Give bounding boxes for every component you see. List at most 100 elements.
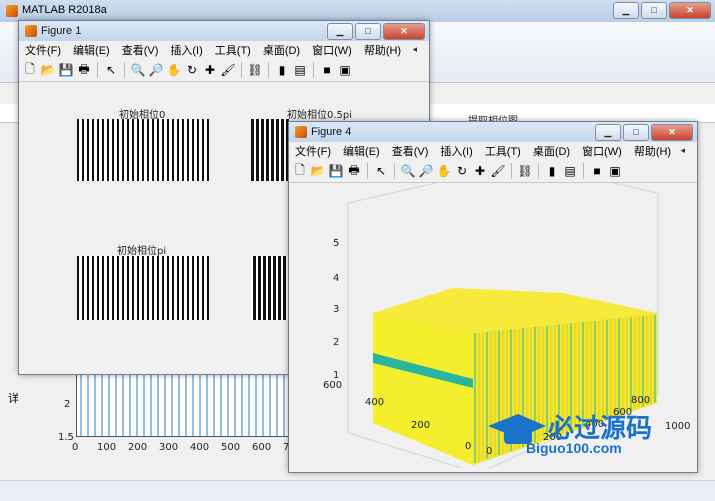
print-icon[interactable]: 🖶	[346, 163, 362, 179]
figure-1-window-controls: ▁ □ ✕	[327, 23, 425, 40]
x-tick-800: 800	[631, 395, 651, 406]
menu-desktop[interactable]: 桌面(D)	[257, 42, 306, 58]
close-button[interactable]: ✕	[651, 124, 693, 141]
new-figure-icon[interactable]: 🗋	[22, 62, 38, 78]
menu-help[interactable]: 帮助(H)	[358, 42, 407, 58]
menu-file[interactable]: 文件(F)	[289, 143, 337, 159]
menu-view[interactable]: 查看(V)	[116, 42, 165, 58]
zoom-in-icon[interactable]: 🔍	[130, 62, 146, 78]
x-tick-400: 400	[190, 442, 210, 453]
link-plot-icon[interactable]: ⛓	[517, 163, 533, 179]
matlab-logo-icon	[6, 5, 18, 17]
watermark: 必过源码 Biguo100.com	[486, 406, 686, 458]
show-tools-icon[interactable]: ▣	[337, 62, 353, 78]
menu-insert[interactable]: 插入(I)	[164, 42, 208, 58]
minimize-button[interactable]: ▁	[595, 124, 621, 141]
menu-file[interactable]: 文件(F)	[19, 42, 67, 58]
y-tick-0: 0	[465, 441, 472, 452]
open-file-icon[interactable]: 📂	[310, 163, 326, 179]
save-icon[interactable]: 💾	[328, 163, 344, 179]
watermark-url: Biguo100.com	[526, 440, 622, 456]
x-tick-0: 0	[72, 442, 79, 453]
menu-tools[interactable]: 工具(T)	[209, 42, 257, 58]
brush-icon[interactable]: 🖌	[490, 163, 506, 179]
z-tick-3: 3	[333, 304, 340, 315]
matlab-figure-icon	[295, 126, 307, 138]
zoom-in-icon[interactable]: 🔍	[400, 163, 416, 179]
minimize-button[interactable]: ▁	[327, 23, 353, 40]
y-tick-400: 400	[365, 397, 385, 408]
z-tick-2: 2	[333, 337, 340, 348]
colorbar-icon[interactable]: ▮	[544, 163, 560, 179]
pan-icon[interactable]: ✋	[436, 163, 452, 179]
figure-1-toolbar: 🗋 📂 💾 🖶 ↖ 🔍 🔎 ✋ ↻ ✚ 🖌 ⛓ ▮ ▤ ■ ▣	[19, 59, 429, 82]
y-tick-2: 2	[64, 399, 71, 410]
phase-plot-axes	[76, 370, 292, 437]
fringe-pattern-phase-0	[77, 119, 209, 181]
x-tick-100: 100	[97, 442, 117, 453]
z-tick-5: 5	[333, 238, 340, 249]
menu-insert[interactable]: 插入(I)	[434, 143, 478, 159]
hide-tools-icon[interactable]: ■	[319, 62, 335, 78]
zoom-out-icon[interactable]: 🔎	[148, 62, 164, 78]
matlab-figure-icon	[25, 25, 37, 37]
link-plot-icon[interactable]: ⛓	[247, 62, 263, 78]
matlab-status-bar	[0, 480, 715, 501]
subplot-title-phase-0.5pi: 初始相位0.5pi	[287, 110, 353, 121]
save-icon[interactable]: 💾	[58, 62, 74, 78]
figure-1-title-bar[interactable]: Figure 1 ▁ □ ✕	[19, 21, 429, 41]
show-tools-icon[interactable]: ▣	[607, 163, 623, 179]
dock-icon[interactable]: ◂	[406, 44, 423, 55]
phase-signal-plot	[80, 374, 292, 436]
maximize-button[interactable]: □	[641, 2, 667, 19]
colorbar-icon[interactable]: ▮	[274, 62, 290, 78]
menu-window[interactable]: 窗口(W)	[306, 42, 358, 58]
fringe-pattern-phase-1.5pi	[251, 256, 291, 320]
figure-4-title-bar[interactable]: Figure 4 ▁ □ ✕	[289, 122, 697, 142]
legend-icon[interactable]: ▤	[292, 62, 308, 78]
rotate-icon[interactable]: ↻	[184, 62, 200, 78]
dock-icon[interactable]: ◂	[674, 145, 691, 156]
x-tick-200: 200	[128, 442, 148, 453]
minimize-button[interactable]: ▁	[613, 2, 639, 19]
hide-tools-icon[interactable]: ■	[589, 163, 605, 179]
menu-edit[interactable]: 编辑(E)	[67, 42, 116, 58]
figure-4-title: Figure 4	[311, 126, 352, 138]
pointer-icon[interactable]: ↖	[373, 163, 389, 179]
data-cursor-icon[interactable]: ✚	[202, 62, 218, 78]
figure-1-menubar: 文件(F) 编辑(E) 查看(V) 插入(I) 工具(T) 桌面(D) 窗口(W…	[19, 41, 429, 59]
rotate-icon[interactable]: ↻	[454, 163, 470, 179]
menu-window[interactable]: 窗口(W)	[576, 143, 628, 159]
fringe-pattern-phase-0.5pi	[251, 119, 291, 181]
new-figure-icon[interactable]: 🗋	[292, 163, 308, 179]
menu-view[interactable]: 查看(V)	[386, 143, 435, 159]
x-tick-500: 500	[221, 442, 241, 453]
figure-4-menubar: 文件(F) 编辑(E) 查看(V) 插入(I) 工具(T) 桌面(D) 窗口(W…	[289, 142, 697, 160]
matlab-title-bar: MATLAB R2018a ▁ □ ✕	[0, 0, 715, 22]
legend-icon[interactable]: ▤	[562, 163, 578, 179]
maximize-button[interactable]: □	[355, 23, 381, 40]
figure-4-window-controls: ▁ □ ✕	[595, 124, 693, 141]
maximize-button[interactable]: □	[623, 124, 649, 141]
open-file-icon[interactable]: 📂	[40, 62, 56, 78]
surface-front-face	[373, 313, 473, 465]
pointer-icon[interactable]: ↖	[103, 62, 119, 78]
menu-desktop[interactable]: 桌面(D)	[527, 143, 576, 159]
y-tick-600: 600	[323, 380, 343, 391]
y-tick-200: 200	[411, 420, 431, 431]
matlab-title: MATLAB R2018a	[22, 4, 107, 16]
data-cursor-icon[interactable]: ✚	[472, 163, 488, 179]
menu-help[interactable]: 帮助(H)	[628, 143, 677, 159]
subplot-title-phase-pi: 初始相位pi	[117, 246, 167, 257]
close-button[interactable]: ✕	[383, 23, 425, 40]
menu-edit[interactable]: 编辑(E)	[337, 143, 386, 159]
close-button[interactable]: ✕	[669, 2, 711, 19]
menu-tools[interactable]: 工具(T)	[479, 143, 527, 159]
z-tick-4: 4	[333, 273, 340, 284]
pan-icon[interactable]: ✋	[166, 62, 182, 78]
side-label: 详	[8, 393, 19, 405]
x-tick-600: 600	[252, 442, 272, 453]
brush-icon[interactable]: 🖌	[220, 62, 236, 78]
print-icon[interactable]: 🖶	[76, 62, 92, 78]
zoom-out-icon[interactable]: 🔎	[418, 163, 434, 179]
